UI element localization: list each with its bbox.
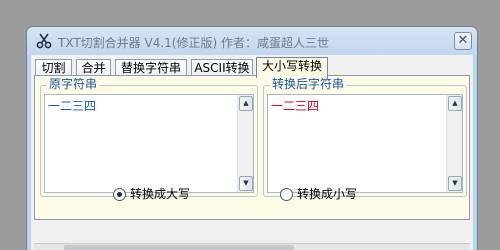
to-upper-label: 转换成大写 bbox=[130, 187, 191, 201]
arrow-up-icon: ▲ bbox=[243, 99, 249, 107]
to-upper-radio[interactable] bbox=[113, 188, 126, 201]
scroll-up-button[interactable]: ▲ bbox=[239, 96, 253, 111]
close-button[interactable]: ✕ bbox=[454, 32, 472, 50]
to-lower-option[interactable]: 转换成小写 bbox=[280, 187, 390, 203]
converted-string-textbox[interactable]: 一二三四 ▲ ▼ bbox=[267, 94, 463, 193]
to-upper-option[interactable]: 转换成大写 bbox=[113, 187, 223, 203]
original-vertical-scrollbar[interactable]: ▲ ▼ bbox=[237, 95, 253, 192]
scissors-icon bbox=[36, 33, 52, 49]
converted-string-text: 一二三四 bbox=[271, 99, 320, 113]
window-title: TXT切割合并器 V4.1(修正版) 作者：咸蛋超人三世 bbox=[58, 36, 329, 50]
original-string-group: 原字符串 一二三四 ▲ ▼ bbox=[40, 77, 258, 197]
arrow-up-icon: ▲ bbox=[452, 99, 458, 107]
converted-vertical-scrollbar[interactable]: ▲ ▼ bbox=[446, 95, 462, 192]
horizontal-scrollbar[interactable] bbox=[34, 243, 470, 250]
arrow-down-icon: ▼ bbox=[452, 179, 458, 187]
radio-selected-dot bbox=[117, 192, 122, 197]
converted-string-group: 转换后字符串 一二三四 ▲ ▼ bbox=[263, 77, 467, 197]
scroll-down-button[interactable]: ▼ bbox=[239, 176, 253, 191]
arrow-down-icon: ▼ bbox=[243, 179, 249, 187]
title-bar[interactable]: TXT切割合并器 V4.1(修正版) 作者：咸蛋超人三世 ✕ bbox=[27, 27, 477, 55]
original-string-textbox[interactable]: 一二三四 ▲ ▼ bbox=[44, 94, 254, 193]
app-window: TXT切割合并器 V4.1(修正版) 作者：咸蛋超人三世 ✕ 切割 合并 替换字… bbox=[26, 26, 478, 250]
client-area: 切割 合并 替换字符串 ASCII转换 大小写转换 原字符串 一二三四 ▲ ▼ bbox=[31, 55, 473, 250]
horizontal-scroll-thumb[interactable] bbox=[64, 245, 294, 250]
tab-case-convert[interactable]: 大小写转换 bbox=[256, 57, 328, 78]
case-convert-panel: 原字符串 一二三四 ▲ ▼ 转换后字符串 一二三四 ▲ ▼ bbox=[34, 75, 470, 220]
scroll-up-button[interactable]: ▲ bbox=[448, 96, 462, 111]
close-icon: ✕ bbox=[457, 33, 469, 48]
scroll-down-button[interactable]: ▼ bbox=[448, 176, 462, 191]
original-string-text: 一二三四 bbox=[48, 99, 97, 113]
to-lower-radio[interactable] bbox=[280, 188, 293, 201]
converted-string-label: 转换后字符串 bbox=[270, 77, 347, 92]
to-lower-label: 转换成小写 bbox=[297, 187, 358, 201]
original-string-label: 原字符串 bbox=[47, 77, 100, 92]
